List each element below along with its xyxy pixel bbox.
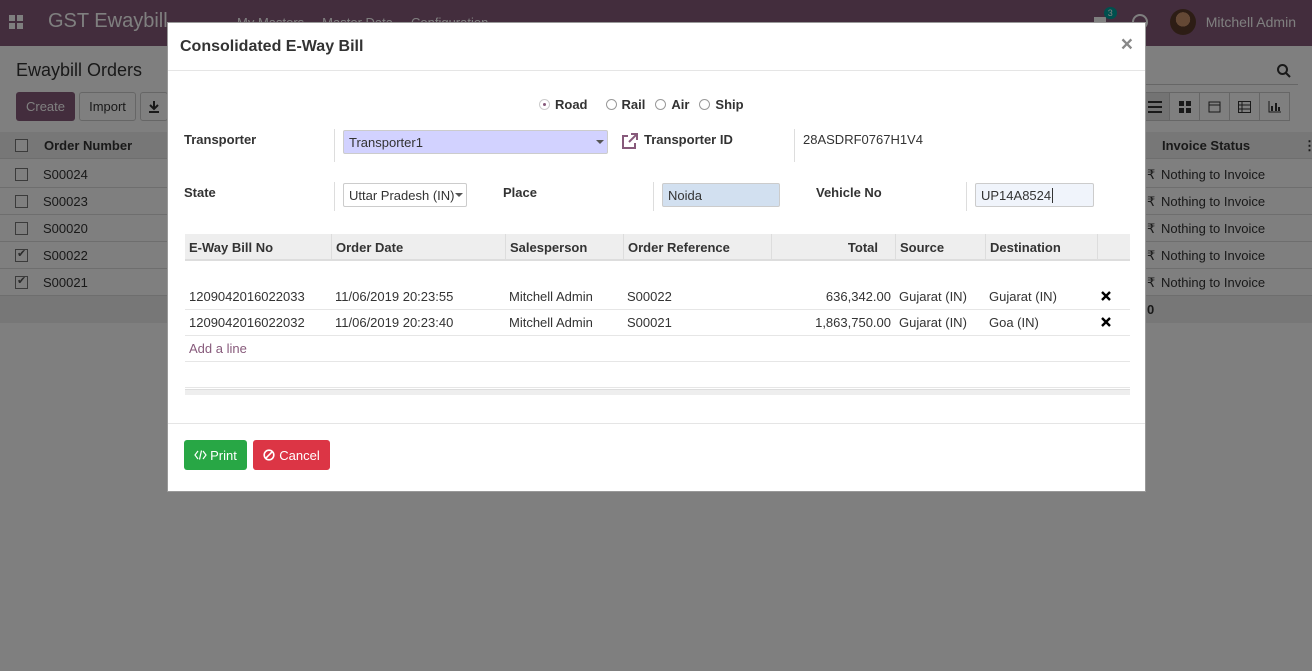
mode-road-label: Road xyxy=(555,97,588,112)
add-line-link[interactable]: Add a line xyxy=(185,336,247,362)
cell-order-date: 11/06/2019 20:23:55 xyxy=(335,289,454,304)
ban-icon xyxy=(263,449,275,461)
cell-order-reference: S00021 xyxy=(627,315,672,330)
table-footer xyxy=(185,389,1130,395)
header-order-date[interactable]: Order Date xyxy=(332,234,506,261)
vehicle-no-value: UP14A8524 xyxy=(981,188,1052,203)
table-header: E-Way Bill No Order Date Salesperson Ord… xyxy=(185,234,1130,261)
cancel-button[interactable]: Cancel xyxy=(253,440,330,470)
state-label: State xyxy=(184,185,216,200)
header-eway-bill-no[interactable]: E-Way Bill No xyxy=(185,234,332,261)
header-destination[interactable]: Destination xyxy=(986,234,1098,261)
cancel-label: Cancel xyxy=(279,447,320,463)
chevron-down-icon[interactable] xyxy=(596,140,604,144)
field-separator xyxy=(653,182,654,211)
mode-road-radio[interactable]: Road xyxy=(539,97,588,112)
vehicle-no-input[interactable]: UP14A8524 xyxy=(975,183,1094,207)
delete-icon[interactable] xyxy=(1101,291,1111,301)
place-label: Place xyxy=(503,185,537,200)
radio-icon[interactable] xyxy=(655,99,667,110)
state-select[interactable]: Uttar Pradesh (IN) xyxy=(343,183,467,207)
mode-ship-label: Ship xyxy=(715,97,744,112)
cell-salesperson: Mitchell Admin xyxy=(509,315,593,330)
mode-rail-label: Rail xyxy=(621,97,646,112)
mode-rail-radio[interactable]: Rail xyxy=(605,97,646,112)
modal-footer: Print Cancel xyxy=(168,423,1145,491)
transporter-value: Transporter1 xyxy=(349,135,423,150)
radio-icon[interactable] xyxy=(699,99,711,110)
cell-source: Gujarat (IN) xyxy=(899,289,967,304)
field-separator xyxy=(966,182,967,211)
header-salesperson[interactable]: Salesperson xyxy=(506,234,624,261)
code-icon xyxy=(194,450,207,460)
header-order-reference[interactable]: Order Reference xyxy=(624,234,772,261)
field-separator xyxy=(334,129,335,162)
delete-icon[interactable] xyxy=(1101,317,1111,327)
cell-order-reference: S00022 xyxy=(627,289,672,304)
table-row[interactable]: 1209042016022033 11/06/2019 20:23:55 Mit… xyxy=(185,284,1130,310)
transporter-id-label: Transporter ID xyxy=(644,132,733,147)
header-total[interactable]: Total xyxy=(772,234,896,261)
cell-destination: Gujarat (IN) xyxy=(989,289,1057,304)
mode-air-label: Air xyxy=(671,97,690,112)
cell-destination: Goa (IN) xyxy=(989,315,1039,330)
transporter-id-value: 28ASDRF0767H1V4 xyxy=(803,132,923,147)
consolidated-ewaybill-dialog: Consolidated E-Way Bill × Road Rail Air … xyxy=(167,22,1146,492)
header-source[interactable]: Source xyxy=(896,234,986,261)
cell-total: 1,863,750.00 xyxy=(815,315,891,330)
table-row[interactable]: 1209042016022032 11/06/2019 20:23:40 Mit… xyxy=(185,310,1130,336)
transport-mode-radio-group: Road Rail Air Ship xyxy=(539,97,744,112)
cell-eway-bill-no: 1209042016022032 xyxy=(189,315,305,330)
mode-ship-radio[interactable]: Ship xyxy=(699,97,744,112)
vehicle-no-label: Vehicle No xyxy=(816,185,882,200)
add-line-row: Add a line xyxy=(185,336,1130,362)
field-separator xyxy=(794,129,795,162)
state-value: Uttar Pradesh (IN) xyxy=(349,188,455,203)
modal-header: Consolidated E-Way Bill × xyxy=(168,23,1145,71)
cell-salesperson: Mitchell Admin xyxy=(509,289,593,304)
print-button[interactable]: Print xyxy=(184,440,247,470)
text-cursor xyxy=(1052,188,1054,203)
cell-eway-bill-no: 1209042016022033 xyxy=(189,289,305,304)
place-input[interactable]: Noida xyxy=(662,183,780,207)
close-icon[interactable]: × xyxy=(1121,33,1133,57)
empty-row xyxy=(185,362,1130,388)
transporter-label: Transporter xyxy=(184,132,257,147)
cell-source: Gujarat (IN) xyxy=(899,315,967,330)
modal-title: Consolidated E-Way Bill xyxy=(180,38,364,55)
cell-total: 636,342.00 xyxy=(825,289,891,304)
print-label: Print xyxy=(210,447,237,463)
radio-icon[interactable] xyxy=(605,99,617,110)
transporter-select[interactable]: Transporter1 xyxy=(343,130,608,154)
field-separator xyxy=(334,182,335,211)
external-link-icon[interactable] xyxy=(620,132,640,150)
chevron-down-icon[interactable] xyxy=(455,193,463,197)
cell-order-date: 11/06/2019 20:23:40 xyxy=(335,315,454,330)
mode-air-radio[interactable]: Air xyxy=(655,97,689,112)
radio-selected-icon[interactable] xyxy=(539,99,550,110)
